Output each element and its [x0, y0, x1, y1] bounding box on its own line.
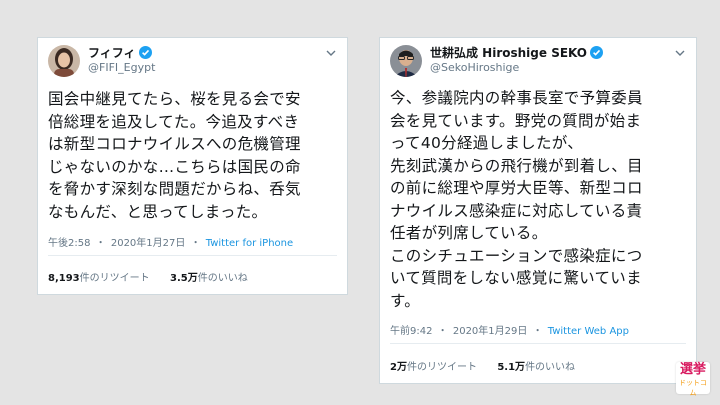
senkyo-dotcom-logo: 選挙 ドットコム	[676, 362, 710, 397]
retweet-label: 件のリツイート	[79, 273, 150, 284]
handle[interactable]: @FIFI_Egypt	[88, 61, 155, 74]
tweet-text-line: す。	[390, 291, 421, 310]
display-name[interactable]: 世耕弘成 Hiroshige SEKO	[430, 44, 587, 61]
like-count: 3.5万	[170, 273, 198, 284]
tweet-text-line: 先刻武漢からの飛行機が到着し、目	[390, 156, 643, 175]
tweet-text-line: 国会中継見てたら、桜を見る会で安	[48, 90, 301, 108]
verified-badge-icon	[590, 46, 604, 59]
tweet-time[interactable]: 午後2:58	[48, 238, 90, 249]
chevron-down-icon[interactable]	[325, 44, 337, 56]
tweet-text-line: の前に総理や厚労大臣等、新型コロ	[390, 179, 643, 197]
tweet-date[interactable]: 2020年1月27日	[111, 238, 186, 249]
avatar[interactable]	[48, 45, 80, 77]
meta-separator: ・	[437, 326, 448, 337]
tweet-text-line: このシチュエーションで感染症につ	[390, 246, 643, 265]
tweet-text-line: 倍総理を追及してた。今追及すべき	[48, 112, 300, 131]
tweet-text: 今、参議院内の幹事長室で予算委員 会を見ています。野党の質問が始ま って40分経…	[390, 87, 690, 312]
chevron-down-icon[interactable]	[674, 44, 686, 56]
tweet-stats: 2万件のリツイート 5.1万件のいいね	[390, 358, 575, 373]
like-label: 件のいいね	[525, 362, 576, 373]
logo-line-2: ドットコム	[679, 379, 707, 397]
tweet-card-fifi: フィフィ @FIFI_Egypt 国会中継見てたら、桜を見る会で安 倍総理を追及…	[37, 37, 348, 295]
like-count-link[interactable]: 3.5万件のいいね	[170, 273, 248, 284]
display-name-row[interactable]: 世耕弘成 Hiroshige SEKO	[430, 44, 604, 61]
tweet-text-line: 任者が列席している。	[390, 224, 548, 242]
tweet-meta: 午後2:58 ・ 2020年1月27日 ・ Twitter for iPhone	[48, 234, 293, 249]
tweet-meta: 午前9:42 ・ 2020年1月29日 ・ Twitter Web App	[390, 322, 629, 337]
tweet-text-line: ナウイルス感染症に対応している責	[390, 201, 643, 220]
like-count: 5.1万	[497, 362, 526, 373]
tweet-text: 国会中継見てたら、桜を見る会で安 倍総理を追及してた。今追及すべき は新型コロナ…	[48, 88, 344, 223]
tweet-text-line: なもんだ、と思ってしまった。	[48, 202, 268, 221]
retweet-count-link[interactable]: 8,193件のリツイート	[48, 273, 150, 284]
like-count-link[interactable]: 5.1万件のいいね	[497, 362, 575, 373]
meta-separator: ・	[190, 238, 201, 249]
display-name[interactable]: フィフィ	[88, 44, 136, 61]
tweet-text-line: 今、参議院内の幹事長室で予算委員	[390, 89, 643, 107]
retweet-count: 8,193	[48, 273, 80, 284]
tweet-text-line: って40分経過しましたが、	[390, 134, 584, 152]
divider	[48, 255, 337, 256]
tweet-date[interactable]: 2020年1月29日	[453, 326, 528, 337]
handle[interactable]: @SekoHiroshige	[430, 61, 519, 74]
tweet-stats: 8,193件のリツイート 3.5万件のいいね	[48, 269, 248, 284]
meta-separator: ・	[532, 326, 543, 337]
tweet-text-line: は新型コロナウイルスへの危機管理	[48, 135, 301, 153]
tweet-text-line: を脅かす深刻な問題だからね、呑気	[48, 180, 301, 198]
tweet-source-link[interactable]: Twitter for iPhone	[206, 238, 293, 249]
verified-badge-icon	[138, 46, 152, 59]
tweet-time[interactable]: 午前9:42	[390, 326, 432, 337]
tweet-text-line: いて質問をしない感覚に驚いていま	[390, 269, 642, 287]
retweet-label: 件のリツイート	[406, 362, 477, 373]
retweet-count: 2万	[390, 362, 407, 373]
logo-line-1: 選挙	[679, 362, 706, 377]
meta-separator: ・	[95, 238, 106, 249]
retweet-count-link[interactable]: 2万件のリツイート	[390, 362, 477, 373]
display-name-row[interactable]: フィフィ	[88, 44, 152, 61]
tweet-source-link[interactable]: Twitter Web App	[548, 326, 629, 337]
tweet-text-line: 会を見ています。野党の質問が始ま	[390, 111, 642, 130]
tweet-card-seko: 世耕弘成 Hiroshige SEKO @SekoHiroshige 今、参議院…	[379, 37, 697, 384]
avatar[interactable]	[390, 45, 422, 77]
like-label: 件のいいね	[197, 273, 248, 284]
divider	[390, 343, 686, 344]
tweet-text-line: じゃないのかな…こちらは国民の命	[48, 157, 301, 176]
